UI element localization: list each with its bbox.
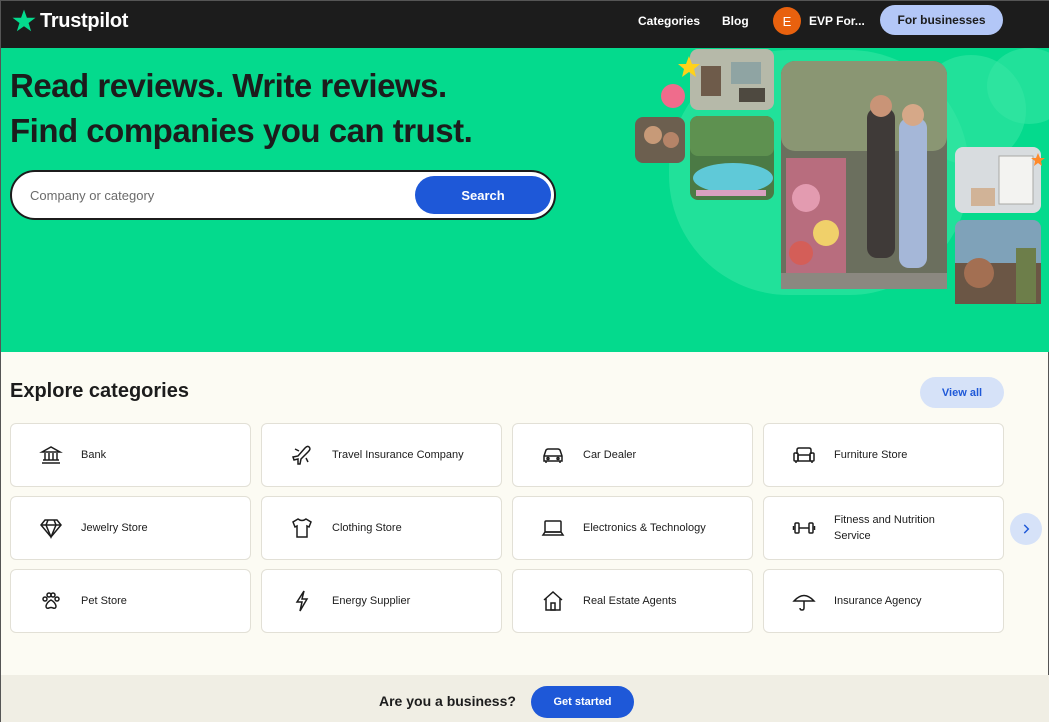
category-grid: Bank Travel Insurance Company Car Dealer xyxy=(10,423,1005,633)
search-bar: Search xyxy=(10,170,556,220)
category-label: Real Estate Agents xyxy=(583,595,677,607)
airplane-icon xyxy=(288,441,316,469)
category-label: Energy Supplier xyxy=(332,595,411,607)
category-label: Clothing Store xyxy=(332,522,402,534)
category-clothing-store[interactable]: Clothing Store xyxy=(261,496,502,560)
collage-photo-selfie xyxy=(635,117,685,163)
hero-section: Read reviews. Write reviews. Find compan… xyxy=(1,48,1049,352)
laptop-icon xyxy=(539,514,567,542)
business-question: Are you a business? xyxy=(379,693,516,709)
category-label: Furniture Store xyxy=(834,449,908,461)
shirt-icon xyxy=(288,514,316,542)
hero-photo-collage xyxy=(635,48,1049,304)
category-real-estate-agents[interactable]: Real Estate Agents xyxy=(512,569,753,633)
category-label: Electronics & Technology xyxy=(583,522,706,534)
category-bank[interactable]: Bank xyxy=(10,423,251,487)
category-travel-insurance[interactable]: Travel Insurance Company xyxy=(261,423,502,487)
chevron-right-icon xyxy=(1023,524,1030,534)
next-categories-button[interactable] xyxy=(1010,513,1042,545)
get-started-button[interactable]: Get started xyxy=(531,686,634,718)
car-icon xyxy=(539,441,567,469)
trustpilot-logo[interactable]: Trustpilot xyxy=(11,8,128,34)
for-businesses-button[interactable]: For businesses xyxy=(880,5,1003,35)
bank-icon xyxy=(37,441,65,469)
lightning-icon xyxy=(288,587,316,615)
collage-photo-meeting xyxy=(690,49,774,110)
category-label: Bank xyxy=(81,449,107,461)
collage-photo-pool xyxy=(690,116,774,200)
collage-photo-flower-market xyxy=(781,61,947,289)
top-navigation-bar: Trustpilot Categories Blog E EVP For... … xyxy=(1,1,1049,48)
category-furniture-store[interactable]: Furniture Store xyxy=(763,423,1004,487)
logo-wordmark: Trustpilot xyxy=(40,9,129,32)
sofa-icon xyxy=(790,441,818,469)
category-electronics-technology[interactable]: Electronics & Technology xyxy=(512,496,753,560)
category-label: Jewelry Store xyxy=(81,522,148,534)
category-pet-store[interactable]: Pet Store xyxy=(10,569,251,633)
hero-title: Read reviews. Write reviews. Find compan… xyxy=(10,63,473,153)
category-label: Pet Store xyxy=(81,595,127,607)
collage-photo-room xyxy=(955,147,1041,213)
avatar: E xyxy=(773,7,801,35)
paw-icon xyxy=(37,587,65,615)
category-label: Fitness and Nutrition Service xyxy=(834,514,935,542)
star-logo-icon xyxy=(12,9,36,32)
house-icon xyxy=(539,587,567,615)
nav-blog-link[interactable]: Blog xyxy=(722,14,749,28)
search-input[interactable] xyxy=(30,184,400,206)
explore-categories-heading: Explore categories xyxy=(10,380,189,402)
category-jewelry-store[interactable]: Jewelry Store xyxy=(10,496,251,560)
category-label: Car Dealer xyxy=(583,449,637,461)
search-button[interactable]: Search xyxy=(415,176,551,214)
user-name: EVP For... xyxy=(809,14,865,28)
umbrella-icon xyxy=(790,587,818,615)
hero-title-line-2: Find companies you can trust. xyxy=(10,112,473,149)
category-fitness-nutrition[interactable]: Fitness and Nutrition Service xyxy=(763,496,1004,560)
collage-photo-portrait xyxy=(955,220,1041,304)
category-energy-supplier[interactable]: Energy Supplier xyxy=(261,569,502,633)
category-insurance-agency[interactable]: Insurance Agency xyxy=(763,569,1004,633)
dumbbell-icon xyxy=(790,514,818,542)
user-menu[interactable]: E EVP For... xyxy=(773,7,865,35)
category-label: Insurance Agency xyxy=(834,595,922,607)
category-label: Travel Insurance Company xyxy=(332,449,464,461)
diamond-icon xyxy=(37,514,65,542)
category-car-dealer[interactable]: Car Dealer xyxy=(512,423,753,487)
view-all-button[interactable]: View all xyxy=(920,377,1004,408)
business-cta-band: Are you a business? Get started xyxy=(1,675,1049,722)
hero-title-line-1: Read reviews. Write reviews. xyxy=(10,67,447,104)
nav-categories-link[interactable]: Categories xyxy=(638,14,700,28)
